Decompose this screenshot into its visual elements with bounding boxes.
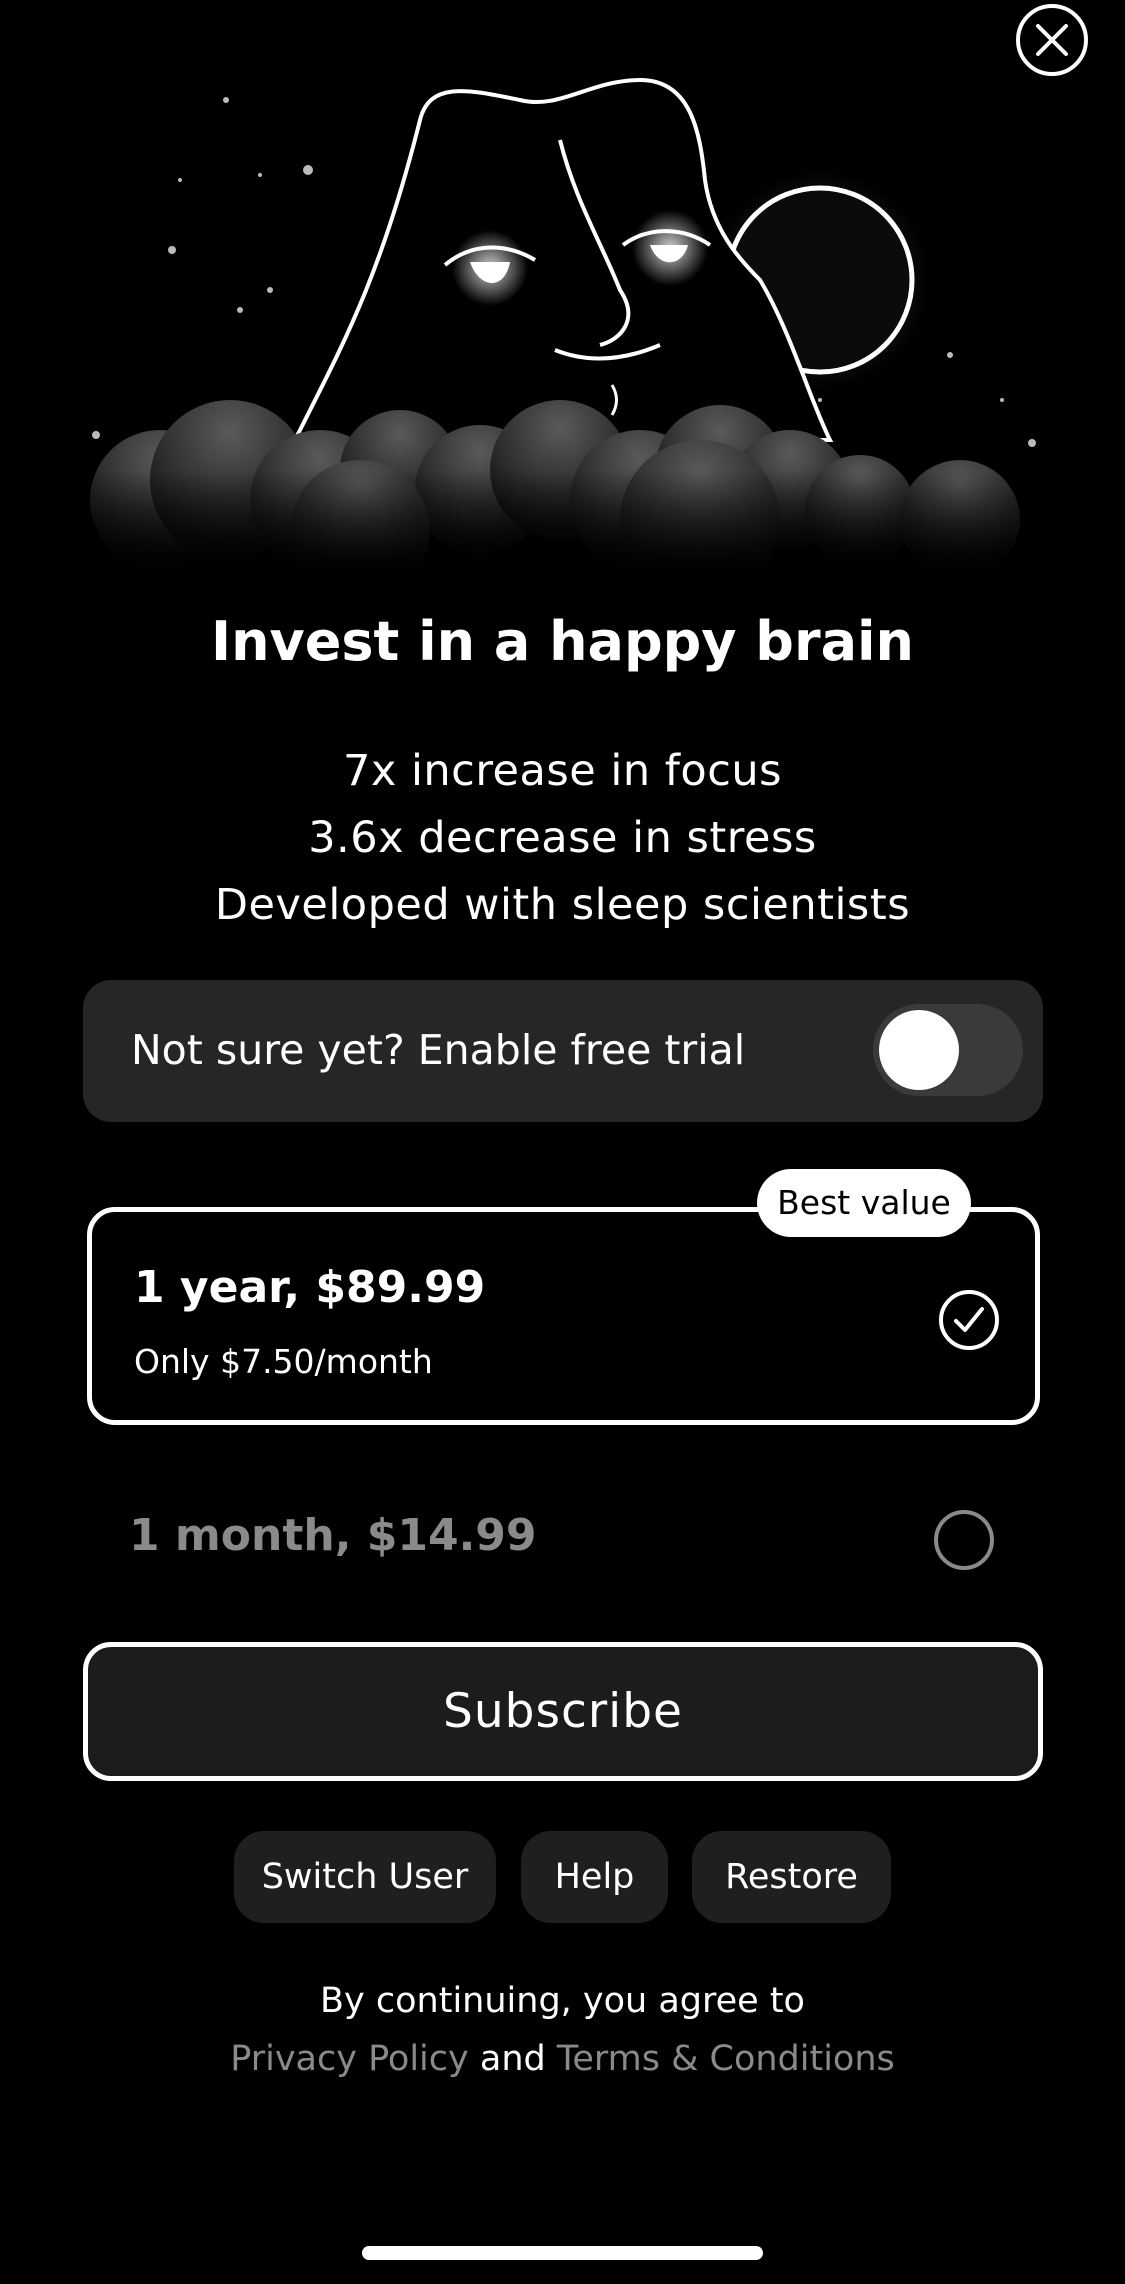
feature-list: 7x increase in focus 3.6x decrease in st…: [0, 738, 1125, 939]
restore-button[interactable]: Restore: [692, 1831, 891, 1923]
help-button[interactable]: Help: [521, 1831, 668, 1923]
plan-yearly-subtitle: Only $7.50/month: [134, 1342, 433, 1381]
subscribe-button[interactable]: Subscribe: [83, 1642, 1043, 1781]
hero-illustration: [0, 77, 1125, 570]
radio-icon: [934, 1510, 994, 1570]
free-trial-row: Not sure yet? Enable free trial: [83, 980, 1043, 1122]
best-value-badge: Best value: [757, 1169, 971, 1237]
feature-item: Developed with sleep scientists: [214, 880, 911, 930]
plan-yearly-title: 1 year, $89.99: [134, 1262, 486, 1313]
toggle-knob: [879, 1010, 959, 1090]
checkmark-icon: [939, 1290, 999, 1350]
home-indicator: [362, 2246, 763, 2260]
feature-item: 7x increase in focus: [343, 746, 782, 796]
legal-and: and: [479, 2039, 546, 2079]
switch-user-button[interactable]: Switch User: [234, 1831, 496, 1923]
free-trial-label: Not sure yet? Enable free trial: [131, 1026, 746, 1074]
legal-prefix: By continuing, you agree to: [320, 1981, 805, 2021]
plan-yearly-option[interactable]: 1 year, $89.99 Only $7.50/month: [87, 1207, 1040, 1425]
free-trial-toggle[interactable]: [873, 1004, 1023, 1096]
close-icon: [1036, 24, 1068, 56]
page-title: Invest in a happy brain: [211, 610, 914, 673]
privacy-policy-link[interactable]: Privacy Policy: [230, 2039, 469, 2079]
terms-link[interactable]: Terms & Conditions: [557, 2039, 895, 2079]
close-button[interactable]: [1016, 4, 1088, 76]
plan-monthly-option[interactable]: 1 month, $14.99: [87, 1490, 1040, 1590]
feature-item: 3.6x decrease in stress: [308, 813, 817, 863]
plan-monthly-title: 1 month, $14.99: [129, 1510, 537, 1561]
legal-text: By continuing, you agree to Privacy Poli…: [0, 1972, 1125, 2088]
